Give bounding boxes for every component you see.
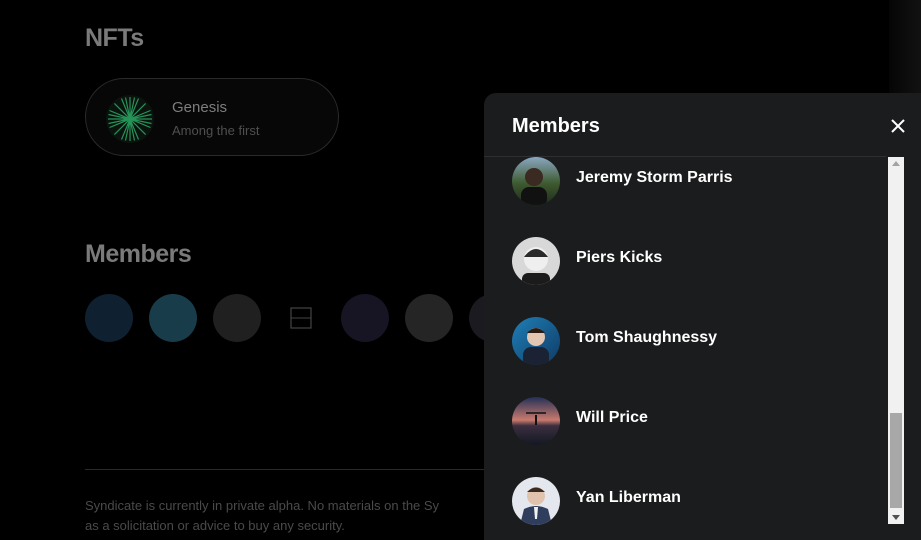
member-avatar[interactable] bbox=[341, 294, 389, 342]
footer-divider bbox=[85, 469, 525, 470]
member-row[interactable]: Jeremy Storm Parris bbox=[512, 157, 872, 205]
footer-disclaimer: Syndicate is currently in private alpha.… bbox=[85, 496, 505, 536]
member-name: Tom Shaughnessy bbox=[576, 329, 718, 346]
close-button[interactable] bbox=[888, 116, 908, 136]
avatar bbox=[512, 397, 560, 445]
member-row[interactable]: Yan Liberman bbox=[512, 477, 872, 525]
avatar bbox=[512, 237, 560, 285]
member-name: Piers Kicks bbox=[576, 249, 663, 266]
nft-name: Genesis bbox=[172, 99, 228, 116]
avatar bbox=[512, 157, 560, 205]
avatar bbox=[512, 317, 560, 365]
footer-line-2: as a solicitation or advice to buy any s… bbox=[85, 518, 345, 533]
members-modal: Members Jeremy Storm Parris Piers Kicks … bbox=[484, 93, 921, 540]
colab-logo-avatar[interactable] bbox=[277, 294, 325, 342]
member-list: Jeremy Storm Parris Piers Kicks Tom Shau… bbox=[484, 157, 886, 540]
member-row[interactable]: Will Price bbox=[512, 397, 872, 445]
member-avatar[interactable] bbox=[405, 294, 453, 342]
member-list-scrollbar[interactable] bbox=[888, 157, 904, 524]
nft-card-genesis[interactable]: Genesis Among the first bbox=[85, 78, 339, 156]
footer-line-1: Syndicate is currently in private alpha.… bbox=[85, 498, 440, 513]
member-avatar[interactable] bbox=[85, 294, 133, 342]
scroll-down-arrow-icon[interactable] bbox=[892, 515, 900, 520]
modal-title: Members bbox=[512, 115, 600, 137]
member-name: Will Price bbox=[576, 409, 648, 426]
nfts-heading: NFTs bbox=[85, 24, 144, 52]
member-name: Yan Liberman bbox=[576, 489, 681, 506]
member-row[interactable]: Piers Kicks bbox=[512, 237, 872, 285]
close-icon bbox=[891, 119, 905, 133]
nft-description: Among the first bbox=[172, 123, 260, 138]
member-name: Jeremy Storm Parris bbox=[576, 169, 733, 186]
scroll-up-arrow-icon[interactable] bbox=[892, 161, 900, 166]
member-row[interactable]: Tom Shaughnessy bbox=[512, 317, 872, 365]
genesis-burst-icon bbox=[106, 95, 154, 143]
avatar bbox=[512, 477, 560, 525]
member-avatar[interactable] bbox=[213, 294, 261, 342]
member-avatar[interactable] bbox=[149, 294, 197, 342]
members-heading: Members bbox=[85, 240, 192, 268]
scroll-thumb[interactable] bbox=[890, 413, 902, 508]
